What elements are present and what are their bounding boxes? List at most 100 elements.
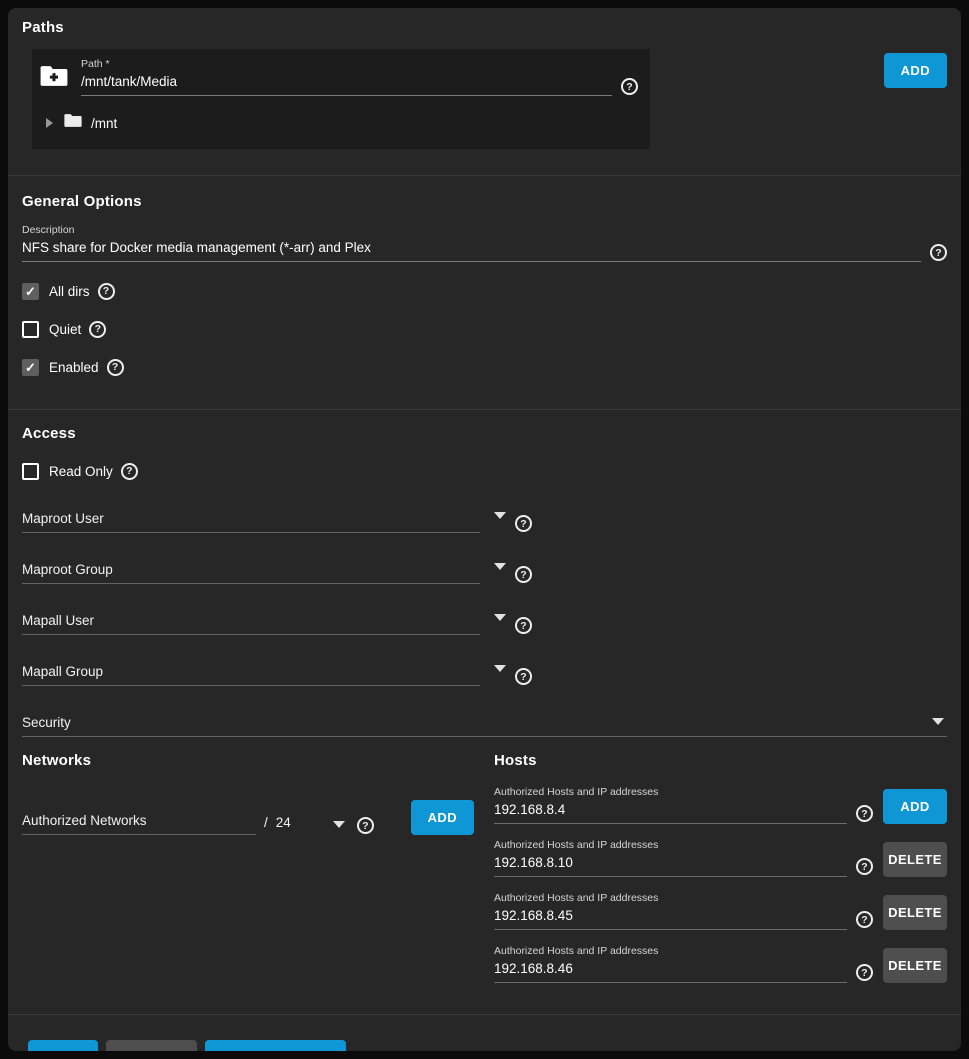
help-icon[interactable]: [515, 566, 532, 583]
help-icon[interactable]: [89, 321, 106, 338]
help-icon[interactable]: [856, 911, 873, 928]
authorized-network-row: Authorized Networks / 24 ADD: [22, 800, 474, 835]
host-field: Authorized Hosts and IP addresses 192.16…: [494, 892, 847, 930]
all-dirs-label: All dirs: [49, 284, 90, 299]
all-dirs-checkbox[interactable]: [22, 283, 39, 300]
enabled-row: Enabled: [22, 358, 947, 376]
maproot-user-row: Maproot User: [22, 511, 947, 533]
hosts-section-title: Hosts: [494, 752, 947, 769]
maproot-group-select[interactable]: Maproot Group: [22, 562, 480, 584]
tree-row-mnt[interactable]: /mnt: [38, 113, 638, 133]
help-icon[interactable]: [856, 964, 873, 981]
help-icon[interactable]: [515, 668, 532, 685]
tree-node-label: /mnt: [91, 116, 117, 131]
paths-panel: Path * /mnt/tank/Media /mnt: [32, 49, 650, 149]
save-button[interactable]: SAVE: [28, 1040, 98, 1051]
delete-host-button[interactable]: DELETE: [883, 948, 947, 983]
security-label: Security: [22, 715, 71, 730]
chevron-down-icon[interactable]: [333, 821, 345, 828]
chevron-down-icon[interactable]: [494, 563, 506, 570]
description-row: Description NFS share for Docker media m…: [22, 224, 947, 262]
paths-row: Path * /mnt/tank/Media /mnt ADD: [22, 49, 947, 149]
maproot-user-select[interactable]: Maproot User: [22, 511, 480, 533]
help-icon[interactable]: [515, 515, 532, 532]
basic-options-button[interactable]: BASIC OPTIONS: [205, 1040, 347, 1051]
quiet-row: Quiet: [22, 320, 947, 338]
folder-icon: [64, 113, 82, 133]
read-only-row: Read Only: [22, 462, 947, 480]
host-row: Authorized Hosts and IP addresses 192.16…: [494, 786, 947, 824]
path-input[interactable]: /mnt/tank/Media: [81, 74, 612, 89]
networks-section-title: Networks: [22, 752, 474, 769]
help-icon[interactable]: [107, 359, 124, 376]
host-field: Authorized Hosts and IP addresses 192.16…: [494, 945, 847, 983]
help-icon[interactable]: [515, 617, 532, 634]
host-field-label: Authorized Hosts and IP addresses: [494, 892, 847, 904]
host-row: Authorized Hosts and IP addresses 192.16…: [494, 945, 947, 983]
chevron-down-icon[interactable]: [494, 614, 506, 621]
networks-column: Networks Authorized Networks / 24 ADD: [22, 752, 474, 983]
host-row: Authorized Hosts and IP addresses 192.16…: [494, 839, 947, 877]
netmask-select[interactable]: 24: [276, 815, 291, 830]
nfs-share-form-card: Paths Path * /mnt/tank/Media: [8, 8, 961, 1051]
general-options-section-title: General Options: [22, 193, 947, 210]
mapall-group-row: Mapall Group: [22, 664, 947, 686]
read-only-checkbox[interactable]: [22, 463, 39, 480]
description-field: Description NFS share for Docker media m…: [22, 224, 921, 262]
description-input[interactable]: NFS share for Docker media management (*…: [22, 240, 921, 255]
delete-host-button[interactable]: DELETE: [883, 895, 947, 930]
host-field-label: Authorized Hosts and IP addresses: [494, 786, 847, 798]
access-section-title: Access: [22, 425, 947, 442]
mapall-user-row: Mapall User: [22, 613, 947, 635]
chevron-down-icon[interactable]: [494, 665, 506, 672]
help-icon[interactable]: [357, 817, 374, 834]
path-input-row: Path * /mnt/tank/Media: [38, 58, 638, 96]
chevron-down-icon[interactable]: [494, 512, 506, 519]
help-icon[interactable]: [98, 283, 115, 300]
add-host-button[interactable]: ADD: [883, 789, 947, 824]
cancel-button[interactable]: CANCEL: [106, 1040, 197, 1051]
folder-add-icon[interactable]: [40, 64, 68, 93]
mapall-user-select[interactable]: Mapall User: [22, 613, 480, 635]
host-field: Authorized Hosts and IP addresses 192.16…: [494, 786, 847, 824]
paths-section-title: Paths: [22, 19, 947, 36]
host-row: Authorized Hosts and IP addresses 192.16…: [494, 892, 947, 930]
host-field: Authorized Hosts and IP addresses 192.16…: [494, 839, 847, 877]
all-dirs-row: All dirs: [22, 282, 947, 300]
section-divider: [8, 175, 961, 176]
host-input[interactable]: 192.168.8.10: [494, 855, 847, 870]
security-row: Security: [22, 715, 947, 737]
tree-expander-icon[interactable]: [46, 118, 53, 128]
authorized-networks-input[interactable]: Authorized Networks: [22, 813, 256, 835]
networks-hosts-section: Networks Authorized Networks / 24 ADD Ho…: [22, 752, 947, 983]
help-icon[interactable]: [121, 463, 138, 480]
footer-actions: SAVE CANCEL BASIC OPTIONS: [22, 1015, 947, 1051]
quiet-label: Quiet: [49, 322, 81, 337]
enabled-label: Enabled: [49, 360, 99, 375]
security-select[interactable]: Security: [22, 715, 947, 737]
netmask-separator: /: [264, 815, 268, 830]
add-path-button[interactable]: ADD: [884, 53, 947, 88]
host-field-label: Authorized Hosts and IP addresses: [494, 945, 847, 957]
help-icon[interactable]: [856, 858, 873, 875]
host-input[interactable]: 192.168.8.4: [494, 802, 847, 817]
section-divider: [8, 409, 961, 410]
enabled-checkbox[interactable]: [22, 359, 39, 376]
path-field-label: Path *: [81, 58, 612, 70]
hosts-column: Hosts Authorized Hosts and IP addresses …: [494, 752, 947, 983]
host-input[interactable]: 192.168.8.45: [494, 908, 847, 923]
help-icon[interactable]: [856, 805, 873, 822]
chevron-down-icon: [932, 718, 944, 725]
host-input[interactable]: 192.168.8.46: [494, 961, 847, 976]
description-label: Description: [22, 224, 921, 236]
delete-host-button[interactable]: DELETE: [883, 842, 947, 877]
quiet-checkbox[interactable]: [22, 321, 39, 338]
maproot-group-row: Maproot Group: [22, 562, 947, 584]
path-field: Path * /mnt/tank/Media: [81, 58, 612, 96]
add-network-button[interactable]: ADD: [411, 800, 474, 835]
help-icon[interactable]: [621, 78, 638, 95]
host-field-label: Authorized Hosts and IP addresses: [494, 839, 847, 851]
help-icon[interactable]: [930, 244, 947, 261]
read-only-label: Read Only: [49, 464, 113, 479]
mapall-group-select[interactable]: Mapall Group: [22, 664, 480, 686]
